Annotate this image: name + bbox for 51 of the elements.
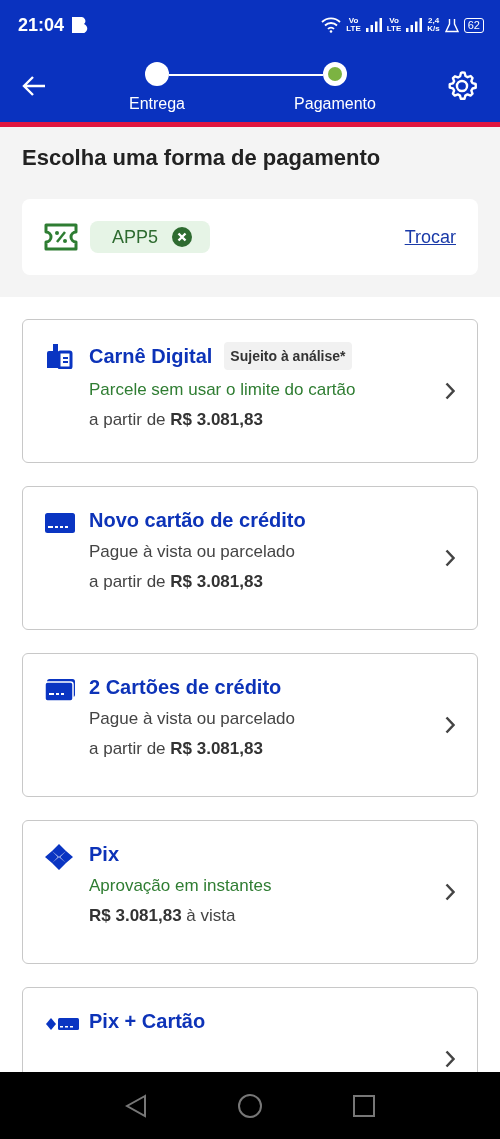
- chevron-right-icon: [445, 883, 455, 901]
- payment-option-card[interactable]: Pix Aprovação em instantes R$ 3.081,83 à vista: [22, 820, 478, 964]
- back-arrow-icon[interactable]: [22, 76, 46, 96]
- flask-icon: [444, 17, 459, 33]
- notification-app-icon: [72, 17, 89, 33]
- diamond-icon: [45, 844, 73, 870]
- option-subtitle: Parcele sem usar o limite do cartão: [89, 380, 357, 400]
- recents-icon[interactable]: [353, 1094, 375, 1117]
- payment-option-card[interactable]: 2 Cartões de crédito Pague à vista ou parcelado a partir de R$ 3.081,83: [22, 653, 478, 797]
- option-title: Novo cartão de crédito: [89, 509, 306, 532]
- analysis-badge: Sujeito à análise*: [224, 342, 352, 370]
- diamond-card-icon: [45, 1017, 79, 1031]
- discount-ticket-icon: [44, 223, 78, 251]
- volte-label: Vo LTE: [386, 17, 402, 33]
- option-title: Pix: [89, 843, 120, 866]
- payment-option-card[interactable]: Novo cartão de crédito Pague à vista ou parcelado a partir de R$ 3.081,83: [22, 486, 478, 630]
- option-title: Pix + Cartão: [89, 1010, 206, 1033]
- option-price: R$ 3.081,83 à vista: [89, 906, 237, 926]
- chevron-right-icon: [445, 382, 455, 400]
- change-coupon-link[interactable]: Trocar: [404, 226, 456, 248]
- option-subtitle: Aprovação em instantes: [89, 876, 273, 896]
- battery-level: 62: [463, 17, 484, 33]
- chevron-right-icon: [445, 716, 455, 734]
- payment-option-card[interactable]: Carnê Digital Sujeito à análise* Parcele sem usar o limite do cartão a partir de R$ 3.081,83: [22, 319, 478, 463]
- option-title: 2 Cartões de crédito: [89, 676, 282, 699]
- option-price: a partir de R$ 3.081,83: [89, 739, 264, 759]
- step-label: Pagamento: [294, 95, 376, 113]
- network-speed: 2,4 K/s: [427, 17, 440, 33]
- home-icon[interactable]: [237, 1092, 263, 1119]
- credit-card-icon: [45, 513, 75, 533]
- volte-label: Vo LTE: [346, 17, 361, 33]
- chevron-right-icon: [445, 1050, 455, 1068]
- back-icon[interactable]: [125, 1093, 147, 1118]
- coupon-code: APP5: [112, 226, 159, 248]
- settings-icon[interactable]: [446, 70, 478, 102]
- payment-option-card[interactable]: Pix + Cartão: [22, 987, 478, 1072]
- option-subtitle: Pague à vista ou parcelado: [89, 542, 297, 562]
- page-title: Escolha uma forma de pagamento: [22, 145, 382, 171]
- option-title: Carnê Digital: [89, 344, 213, 368]
- remove-icon[interactable]: [172, 227, 193, 247]
- clock-time: 21:04: [18, 14, 65, 36]
- option-subtitle: Pague à vista ou parcelado: [89, 709, 297, 729]
- signal-icon: [365, 18, 382, 32]
- wifi-icon: [321, 17, 342, 33]
- option-price: a partir de R$ 3.081,83: [89, 572, 264, 592]
- step-label: Entrega: [128, 95, 185, 113]
- chevron-right-icon: [445, 549, 455, 567]
- signal-icon: [406, 18, 423, 32]
- option-price: a partir de R$ 3.081,83: [89, 410, 264, 430]
- carne-icon: [45, 343, 73, 369]
- credit-cards-icon: [45, 679, 75, 701]
